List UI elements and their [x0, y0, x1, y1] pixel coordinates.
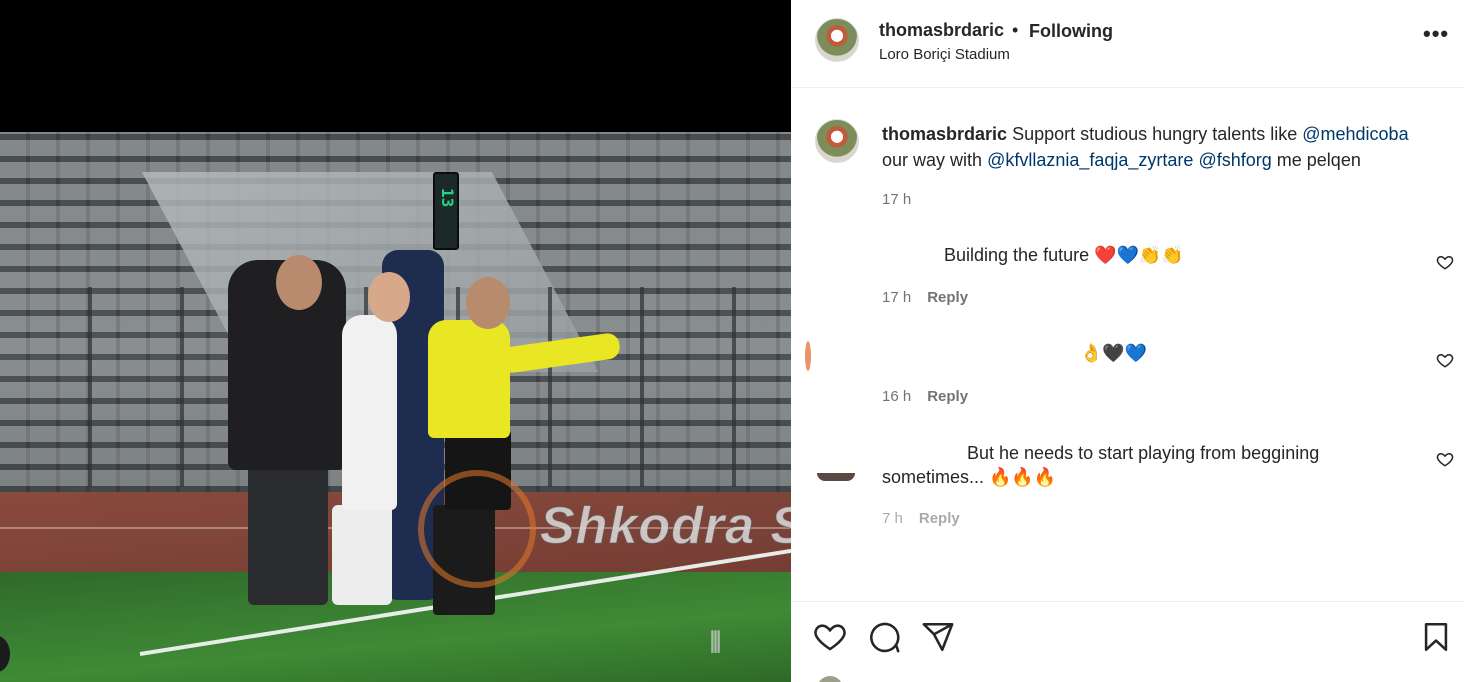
author-username[interactable]: thomasbrdaric — [879, 20, 1004, 41]
comment-meta: 16 h Reply — [882, 388, 968, 405]
comment-timestamp[interactable]: 7 h — [882, 510, 903, 527]
comment-like-heart-icon[interactable] — [1436, 450, 1454, 468]
bookmark-icon[interactable] — [1419, 620, 1453, 654]
comment-like-heart-icon[interactable] — [1436, 351, 1454, 369]
comment-text: But he needs to start playing from beggi… — [967, 443, 1320, 463]
post-location[interactable]: Loro Boriçi Stadium — [879, 46, 1010, 63]
comment-text: Building the future ❤️💙👏👏 — [944, 245, 1184, 265]
caption-avatar[interactable] — [815, 119, 859, 163]
caption-username[interactable]: thomasbrdaric — [882, 124, 1007, 144]
commenter-avatar[interactable] — [805, 341, 811, 371]
comment-meta: 7 h Reply — [882, 510, 960, 527]
reply-button[interactable]: Reply — [919, 510, 960, 527]
comment-timestamp[interactable]: 16 h — [882, 388, 911, 405]
photographer-logo: ⫼ — [710, 628, 722, 656]
caption-text: me pelqen — [1276, 150, 1361, 170]
player-head — [368, 272, 410, 322]
comment-icon[interactable] — [867, 620, 901, 654]
comment-meta: 17 h Reply — [882, 289, 968, 306]
share-icon[interactable] — [921, 620, 955, 654]
player-legs — [332, 505, 392, 605]
caption-text: Support studious hungry talents like — [1012, 124, 1298, 144]
player-figure — [342, 315, 397, 510]
liked-by-avatar[interactable] — [817, 676, 843, 682]
commenter-avatar[interactable] — [817, 473, 855, 481]
post-media: Shkodra Sport ⫼ — [0, 0, 791, 682]
following-button[interactable]: Following — [1029, 21, 1113, 42]
caption-text: our way with — [882, 150, 983, 170]
mention-link[interactable]: @fshforg — [1198, 150, 1271, 170]
substitution-board — [433, 172, 459, 250]
caption: thomasbrdaric Support studious hungry ta… — [882, 121, 1442, 173]
watermark-text: Shkodra Sport — [539, 497, 791, 556]
comment-timestamp[interactable]: 17 h — [882, 289, 911, 306]
more-options-icon[interactable]: ••• — [1423, 23, 1448, 50]
referee-head — [466, 277, 510, 329]
comment-like-heart-icon[interactable] — [1436, 253, 1454, 271]
reply-button[interactable]: Reply — [927, 289, 968, 306]
post-header: thomasbrdaric • Following Loro Boriçi St… — [791, 0, 1464, 88]
mention-link[interactable]: @kfvllaznia_faqja_zyrtare — [987, 150, 1193, 170]
reply-button[interactable]: Reply — [927, 388, 968, 405]
author-avatar[interactable] — [815, 18, 859, 62]
heart-icon[interactable] — [813, 620, 847, 654]
header-separator: • — [1012, 20, 1019, 40]
post-side-panel: thomasbrdaric • Following Loro Boriçi St… — [791, 0, 1464, 682]
comments-list[interactable]: thomasbrdaric Support studious hungry ta… — [791, 89, 1464, 601]
watermark-ball-logo — [418, 470, 536, 588]
comment-text: 👌🖤💙 — [1080, 343, 1148, 363]
post-actions-bar — [791, 601, 1464, 682]
coach-head — [276, 255, 322, 310]
caption-timestamp[interactable]: 17 h — [882, 191, 911, 208]
coach-legs — [248, 455, 328, 605]
referee-figure — [428, 320, 510, 438]
comment-text: sometimes... 🔥🔥🔥 — [882, 467, 1057, 487]
mention-link[interactable]: @mehdicoba — [1302, 124, 1408, 144]
